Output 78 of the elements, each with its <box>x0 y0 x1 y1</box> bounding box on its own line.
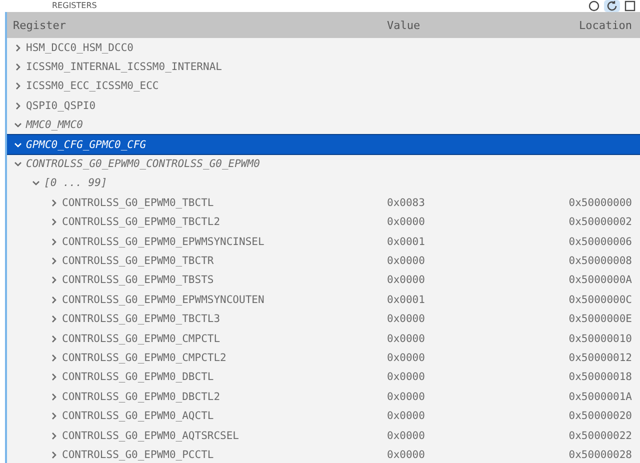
location-cell-text: 0x50000012 <box>568 352 633 364</box>
value-cell-text: 0x0000 <box>387 274 426 286</box>
location-cell-text: 0x50000002 <box>568 216 633 228</box>
location-cell-text: 0x50000008 <box>568 254 633 267</box>
register-name[interactable]: QSPI0_QSPI0 <box>26 100 640 112</box>
register-name[interactable]: CONTROLSS_G0_EPWM0_AQCTL <box>62 410 387 422</box>
location-cell-text: 0x50000028 <box>568 448 633 461</box>
location-cell-text: 0x5000001A <box>568 390 633 403</box>
value-cell-text: 0x0000 <box>387 332 426 345</box>
register-name[interactable]: CONTROLSS_G0_EPWM0_PCCTL <box>62 448 387 461</box>
chevron-icon[interactable] <box>14 160 22 168</box>
register-name[interactable]: CONTROLSS_G0_EPWM0_TBCTL3 <box>62 313 387 326</box>
value-cell-text: 0x0000 <box>387 371 426 384</box>
value-cell-text: 0x0000 <box>387 430 426 442</box>
location-cell-text: 0x50000020 <box>568 410 633 422</box>
chevron-icon[interactable] <box>50 354 58 362</box>
location-cell-text: 0x50000000 <box>568 196 633 209</box>
register-name[interactable]: CONTROLSS_G0_EPWM0_CMPCTL2 <box>62 352 387 364</box>
register-name[interactable]: MMC0_MMC0 <box>26 119 640 132</box>
location-cell-text: 0x5000000E <box>568 313 633 326</box>
register-name[interactable]: CONTROLSS_G0_EPWM0_EPWMSYNCOUTEN <box>62 294 387 306</box>
value-cell-text: 0x0000 <box>387 410 426 422</box>
value-cell-text: 0x0000 <box>387 216 426 228</box>
register-name[interactable]: [0 ... 99] <box>44 177 640 190</box>
chevron-icon[interactable] <box>14 63 22 72</box>
panel-title: REGISTERS <box>52 0 98 12</box>
chevron-icon[interactable] <box>50 296 58 304</box>
register-name[interactable]: CONTROLSS_G0_EPWM0_DBCTL <box>62 371 387 384</box>
chevron-icon[interactable] <box>14 140 22 149</box>
column-header[interactable]: Register <box>13 18 387 32</box>
chevron-icon[interactable] <box>14 44 22 52</box>
register-name[interactable]: HSM_DCC0_HSM_DCC0 <box>26 42 640 54</box>
register-name[interactable]: CONTROLSS_G0_EPWM0_AQTSRCSEL <box>62 430 387 442</box>
register-name[interactable]: CONTROLSS_G0_EPWM0_DBCTL2 <box>62 390 387 403</box>
chevron-icon[interactable] <box>50 218 58 226</box>
chevron-icon[interactable] <box>50 276 58 284</box>
square-icon[interactable] <box>624 0 636 12</box>
value-cell-text: 0x0000 <box>387 313 426 326</box>
chevron-icon[interactable] <box>50 238 58 246</box>
chevron-icon[interactable] <box>14 121 22 130</box>
chevron-icon[interactable] <box>50 198 58 207</box>
location-cell-text: 0x5000000A <box>568 274 633 286</box>
chevron-icon[interactable] <box>50 334 58 343</box>
refresh-icon[interactable] <box>604 0 620 12</box>
chevron-icon[interactable] <box>14 82 22 90</box>
location-cell-text: 0x50000006 <box>568 236 633 248</box>
chevron-icon[interactable] <box>50 450 58 459</box>
register-name[interactable]: ICSSM0_ECC_ICSSM0_ECC <box>26 80 640 92</box>
circle-icon[interactable] <box>588 0 600 12</box>
register-name[interactable]: CONTROLSS_G0_EPWM0_TBCTR <box>62 254 387 267</box>
chevron-icon[interactable] <box>32 179 40 188</box>
register-name[interactable]: CONTROLSS_G0_EPWM0_TBCTL <box>62 196 387 209</box>
chevron-icon[interactable] <box>50 315 58 324</box>
chevron-icon[interactable] <box>50 432 58 440</box>
chevron-icon[interactable] <box>50 412 58 420</box>
value-cell-text: 0x0000 <box>387 254 426 267</box>
register-name[interactable]: CONTROLSS_G0_EPWM0_CMPCTL <box>62 332 387 345</box>
value-cell-text: 0x0000 <box>387 448 426 461</box>
register-name[interactable]: CONTROLSS_G0_EPWM0_TBSTS <box>62 274 387 286</box>
chevron-icon[interactable] <box>50 373 58 382</box>
value-cell-text: 0x0083 <box>387 196 426 209</box>
location-cell-text: 0x50000022 <box>568 430 633 442</box>
column-header[interactable]: Value <box>387 18 537 32</box>
chevron-icon[interactable] <box>14 102 22 110</box>
register-name[interactable]: CONTROLSS_G0_EPWM0_EPWMSYNCINSEL <box>62 236 387 248</box>
value-cell-text: 0x0000 <box>387 390 426 403</box>
location-cell-text: 0x5000000C <box>568 294 633 306</box>
value-cell-text: 0x0001 <box>387 294 426 306</box>
location-cell-text: 0x50000018 <box>568 371 633 384</box>
value-cell-text: 0x0001 <box>387 236 426 248</box>
register-name[interactable]: ICSSM0_INTERNAL_ICSSM0_INTERNAL <box>26 61 640 74</box>
column-header[interactable]: Location <box>537 18 640 32</box>
register-name[interactable]: CONTROLSS_G0_EPWM0_TBCTL2 <box>62 216 387 228</box>
chevron-icon[interactable] <box>50 392 58 401</box>
value-cell-text: 0x0000 <box>387 352 426 364</box>
register-name[interactable]: CONTROLSS_G0_EPWM0_CONTROLSS_G0_EPWM0 <box>26 158 640 170</box>
chevron-icon[interactable] <box>50 256 58 265</box>
location-cell-text: 0x50000010 <box>568 332 633 345</box>
